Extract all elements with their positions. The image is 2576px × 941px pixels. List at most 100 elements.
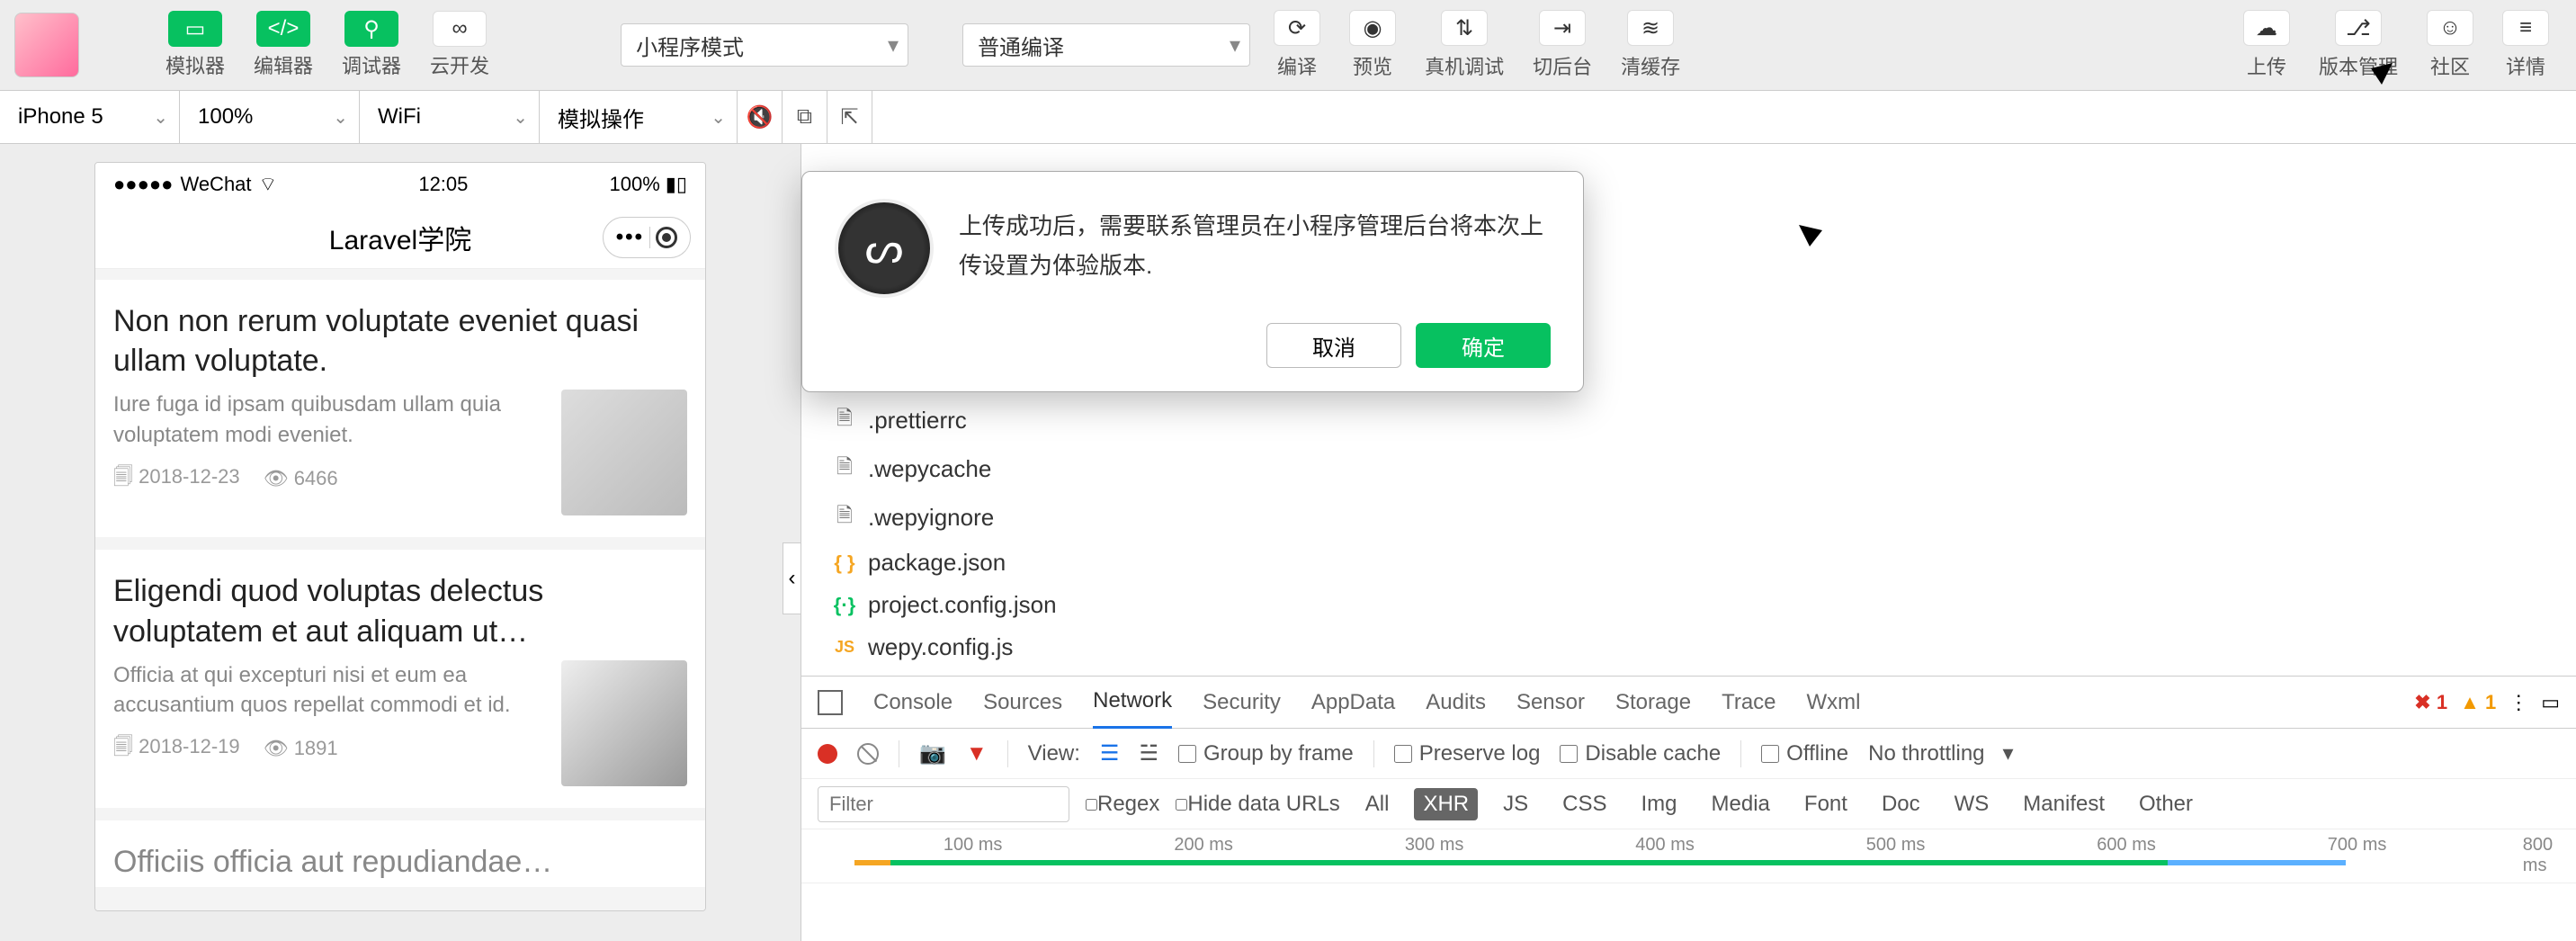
tab-sources[interactable]: Sources (983, 677, 1062, 728)
clear-cache-button[interactable]: ≋清缓存 (1608, 6, 1693, 84)
file-icon: 🗎 (832, 500, 857, 534)
community-button[interactable]: ☺社区 (2414, 6, 2486, 84)
feed[interactable]: Non non rerum voluptate eveniet quasi ul… (95, 269, 705, 910)
filter-img[interactable]: Img (1632, 788, 1686, 820)
rotate-icon[interactable]: ⧉ (783, 91, 827, 143)
tab-console[interactable]: Console (873, 677, 953, 728)
main-area: ●●●●●WeChat⌔ 12:05 100%▮▯ Laravel学院 ••• … (0, 144, 2576, 941)
tab-security[interactable]: Security (1203, 677, 1281, 728)
tab-sensor[interactable]: Sensor (1516, 677, 1585, 728)
carrier: ●●●●●WeChat⌔ (113, 172, 277, 197)
preserve-log-checkbox[interactable]: Preserve log (1394, 741, 1541, 766)
cloud-button[interactable]: ∞ 云开发 (419, 7, 500, 83)
warning-badge[interactable]: ▲ 1 (2460, 691, 2496, 714)
card-thumbnail (561, 390, 687, 515)
filter-manifest[interactable]: Manifest (2014, 788, 2114, 820)
file-item[interactable]: 🗎.wepyignore (801, 493, 2576, 542)
eye-icon: 👁 1891 (264, 737, 338, 760)
compile-mode-dropdown[interactable]: 普通编译 (962, 23, 1250, 67)
simulator-button[interactable]: ▭ 模拟器 (155, 7, 236, 83)
avatar[interactable] (14, 13, 79, 77)
clear-button[interactable] (857, 743, 879, 765)
remote-debug-button[interactable]: ⇅真机调试 (1412, 6, 1516, 84)
preview-button[interactable]: ◉预览 (1337, 6, 1409, 84)
phone-frame: ●●●●●WeChat⌔ 12:05 100%▮▯ Laravel学院 ••• … (94, 162, 706, 911)
feed-card[interactable]: Eligendi quod voluptas delectus voluptat… (95, 550, 705, 807)
filter-js[interactable]: JS (1494, 788, 1537, 820)
network-toolbar: 📷 ▼ View: ☰ ☱ Group by frame Preserve lo… (801, 729, 2576, 779)
tab-wxml[interactable]: Wxml (1807, 677, 1861, 728)
sim-ops-select[interactable]: 模拟操作 (540, 91, 738, 143)
ok-button[interactable]: 确定 (1416, 323, 1551, 368)
network-timeline[interactable]: 100 ms 200 ms 300 ms 400 ms 500 ms 600 m… (801, 829, 2576, 883)
calendar-icon: 🗐 2018-12-19 (113, 731, 240, 766)
record-button[interactable] (818, 744, 837, 764)
regex-checkbox[interactable]: Regex (1086, 792, 1159, 817)
battery-icon: ▮▯ (666, 173, 687, 196)
filter-media[interactable]: Media (1703, 788, 1779, 820)
group-by-frame-checkbox[interactable]: Group by frame (1178, 741, 1354, 766)
view-frame-icon[interactable]: ☱ (1139, 740, 1158, 766)
file-item[interactable]: {·}project.config.json (801, 584, 2576, 626)
mode-dropdown[interactable]: 小程序模式 (621, 23, 908, 67)
file-item[interactable]: 🗎.prettierrc (801, 396, 2576, 444)
menu-dots-icon[interactable]: ••• (616, 225, 644, 250)
carrier-label: WeChat (180, 173, 251, 196)
filter-css[interactable]: CSS (1553, 788, 1615, 820)
dock-icon[interactable]: ▭ (2541, 691, 2560, 714)
kebab-icon[interactable]: ⋮ (2509, 691, 2528, 714)
offline-checkbox[interactable]: Offline (1761, 741, 1848, 766)
background-button[interactable]: ⇥切后台 (1520, 6, 1605, 84)
file-item[interactable]: { }package.json (801, 542, 2576, 584)
network-select[interactable]: WiFi (360, 91, 540, 143)
zoom-select[interactable]: 100% (180, 91, 360, 143)
popout-icon[interactable]: ⇱ (827, 91, 872, 143)
filter-font[interactable]: Font (1795, 788, 1856, 820)
disable-cache-checkbox[interactable]: Disable cache (1560, 741, 1721, 766)
editor-button[interactable]: </> 编辑器 (243, 7, 324, 83)
bug-icon: ⚲ (344, 11, 398, 47)
mute-icon[interactable]: 🔇 (738, 91, 783, 143)
tab-trace[interactable]: Trace (1722, 677, 1775, 728)
feed-card[interactable]: Non non rerum voluptate eveniet quasi ul… (95, 280, 705, 537)
simulator-bar: iPhone 5 100% WiFi 模拟操作 🔇 ⧉ ⇱ (0, 90, 2576, 144)
timeline-bar (890, 860, 2169, 865)
filter-ws[interactable]: WS (1945, 788, 1999, 820)
filter-doc[interactable]: Doc (1873, 788, 1929, 820)
file-item[interactable]: JSwepy.config.js (801, 626, 2576, 668)
stack-icon: ≋ (1627, 10, 1674, 46)
signal-icon: ●●●●● (113, 173, 173, 196)
close-target-icon[interactable] (656, 227, 677, 248)
hide-data-urls-checkbox[interactable]: Hide data URLs (1176, 792, 1339, 817)
tab-appdata[interactable]: AppData (1311, 677, 1395, 728)
device-select[interactable]: iPhone 5 (0, 91, 180, 143)
capsule: ••• (603, 217, 691, 258)
collapse-handle[interactable]: ‹ (783, 542, 801, 614)
upload-button[interactable]: ☁上传 (2231, 6, 2303, 84)
card-title: Officiis officia aut repudiandae… (113, 842, 687, 882)
view-list-icon[interactable]: ☰ (1100, 740, 1120, 766)
filter-input[interactable] (818, 786, 1069, 822)
throttling-select[interactable]: No throttling ▾ (1868, 740, 2013, 766)
filter-all[interactable]: All (1356, 788, 1399, 820)
file-item[interactable]: 🗎.wepycache (801, 444, 2576, 493)
tab-storage[interactable]: Storage (1615, 677, 1691, 728)
filter-other[interactable]: Other (2130, 788, 2202, 820)
error-badge[interactable]: ✖ 1 (2414, 691, 2447, 714)
cancel-button[interactable]: 取消 (1266, 323, 1401, 368)
tab-network[interactable]: Network (1093, 676, 1172, 729)
filter-icon[interactable]: ▼ (966, 741, 988, 766)
compile-button[interactable]: ⟳编译 (1261, 6, 1333, 84)
feed-card[interactable]: Officiis officia aut repudiandae… (95, 820, 705, 887)
camera-icon[interactable]: 📷 (919, 740, 946, 766)
card-title: Eligendi quod voluptas delectus voluptat… (113, 571, 687, 650)
debugger-button[interactable]: ⚲ 调试器 (331, 7, 412, 83)
filter-xhr[interactable]: XHR (1414, 788, 1478, 820)
devtools: Console Sources Network Security AppData… (801, 676, 2576, 941)
file-name: .prettierrc (868, 407, 967, 435)
details-button[interactable]: ≡详情 (2490, 6, 2562, 84)
code-icon: </> (256, 11, 310, 47)
inspect-icon[interactable] (818, 690, 843, 715)
tab-audits[interactable]: Audits (1426, 677, 1486, 728)
version-button[interactable]: ⎇版本管理 (2306, 6, 2411, 84)
